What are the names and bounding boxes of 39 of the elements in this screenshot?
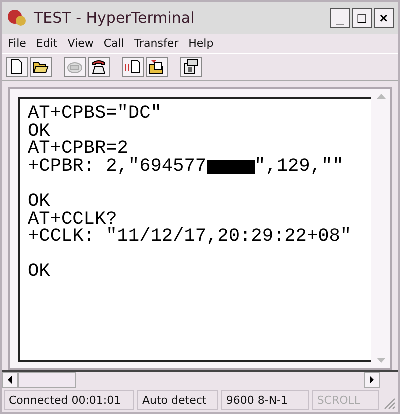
menu-item[interactable]: Call: [104, 37, 124, 50]
menu-item[interactable]: Transfer: [134, 37, 179, 50]
scroll-right-button[interactable]: [364, 372, 380, 388]
terminal-line: AT+CPBR=2: [28, 140, 128, 158]
terminal-text: ",129,"": [254, 158, 344, 176]
app-icon: [6, 8, 28, 28]
minimize-button[interactable]: _: [330, 8, 350, 28]
status-field: SCROLL: [312, 390, 380, 410]
terminal-line: OK: [28, 192, 50, 211]
folder-icon: [148, 58, 166, 76]
menu-item[interactable]: Help: [188, 37, 214, 50]
phone-icon: [90, 58, 108, 76]
terminal-text: +CPBR: 2,"694577: [28, 158, 207, 176]
close-button[interactable]: ×: [374, 8, 394, 28]
page-icon: [124, 58, 142, 76]
terminal-line: OK: [28, 122, 50, 140]
toolbar-button[interactable]: [146, 57, 168, 77]
status-field: Connected 00:01:01: [4, 390, 134, 410]
scroll-left-button[interactable]: [2, 372, 18, 388]
properties-icon: [182, 58, 200, 76]
window-title: TEST - HyperTerminal: [34, 9, 196, 27]
menu-item[interactable]: Edit: [36, 37, 58, 50]
resize-grip-icon[interactable]: [382, 396, 396, 410]
maximize-button[interactable]: □: [352, 8, 372, 28]
toolbar-button[interactable]: [6, 57, 28, 77]
scrollbar-thumb[interactable]: [18, 372, 76, 388]
terminal-line: OK: [28, 263, 50, 281]
status-field: Auto detect: [137, 390, 218, 410]
toolbar-button[interactable]: [122, 57, 144, 77]
toolbar-button[interactable]: [30, 57, 52, 77]
toolbar-button[interactable]: [180, 57, 202, 77]
terminal-line: +CCLK: "11/12/17,20:29:22+08": [28, 228, 352, 246]
terminal-line: AT+CCLK?: [28, 210, 118, 228]
menu-item[interactable]: View: [68, 37, 94, 50]
terminal-line: AT+CPBS="DC": [28, 105, 162, 123]
menu-item[interactable]: File: [8, 37, 26, 50]
status-field: 9600 8-N-1: [221, 390, 310, 410]
toolbar-button[interactable]: [88, 57, 110, 77]
redaction-mark: [206, 160, 255, 174]
